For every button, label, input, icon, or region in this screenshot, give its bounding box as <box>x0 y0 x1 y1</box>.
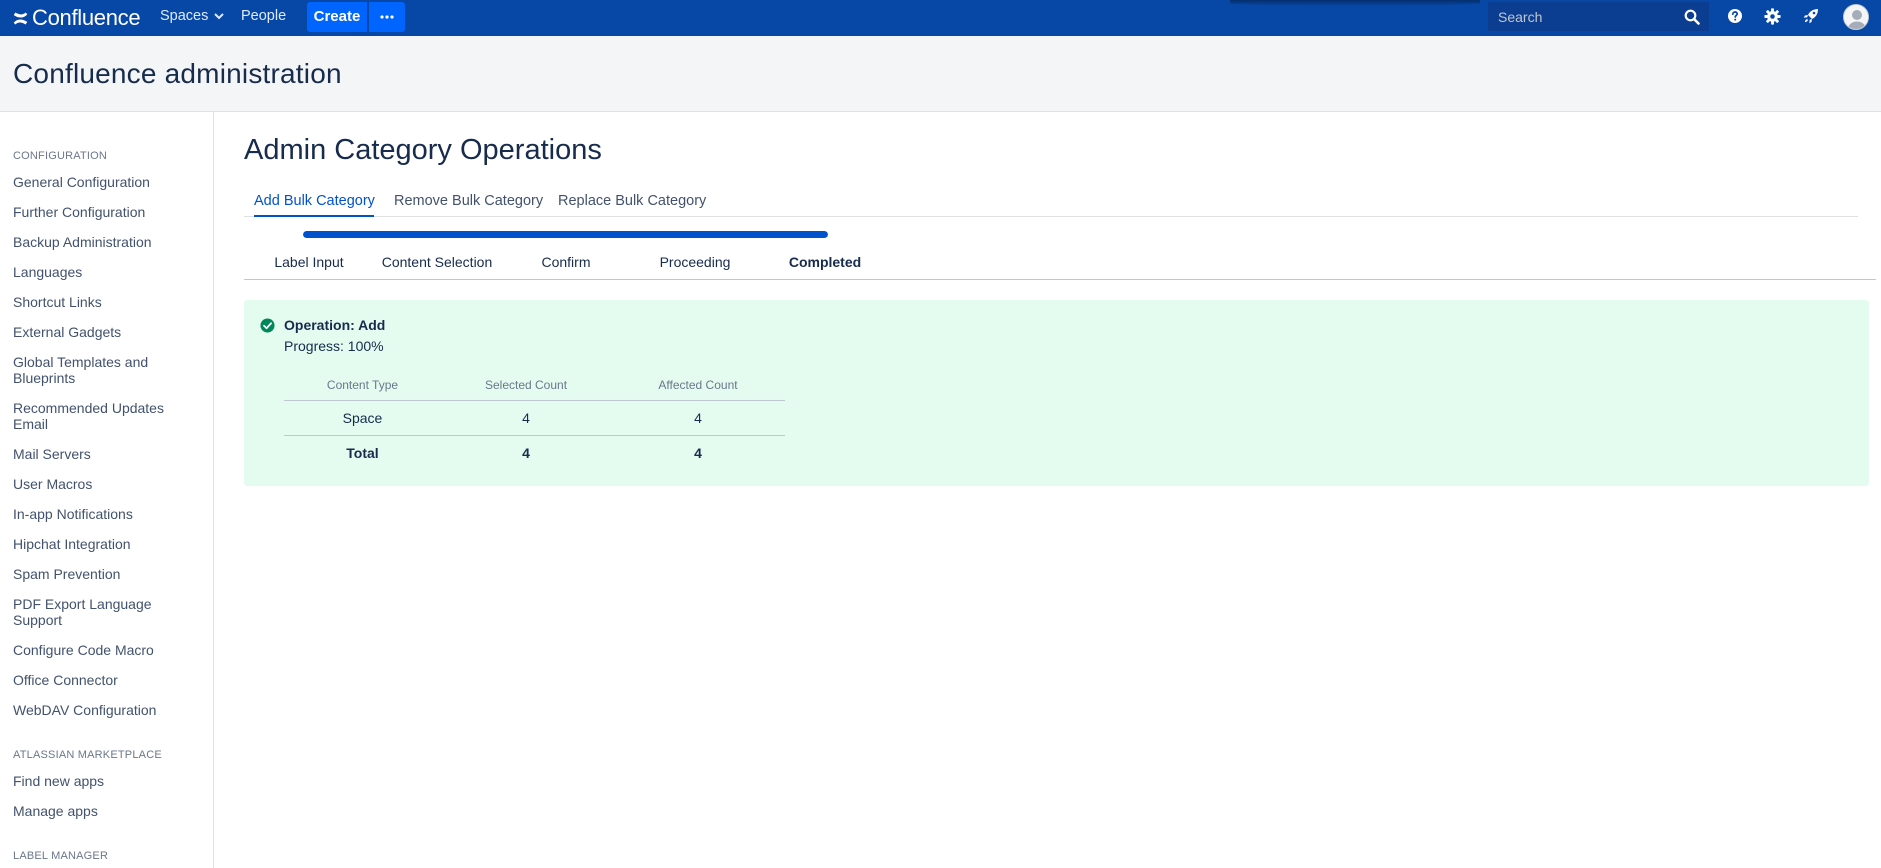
sidebar-item-manage-apps[interactable]: Manage apps <box>13 803 203 819</box>
table-header-row: Content Type Selected Count Affected Cou… <box>284 370 785 401</box>
confluence-logo-icon <box>13 12 28 24</box>
sidebar-item-recommended-updates-email[interactable]: Recommended Updates Email <box>13 400 173 432</box>
wizard-progress-bar <box>303 231 828 238</box>
nav-spaces-label: Spaces <box>160 8 209 24</box>
sidebar-section-configuration: CONFIGURATION <box>13 150 108 162</box>
table-total-row: Total 4 4 <box>284 435 785 470</box>
check-circle-icon <box>260 318 275 333</box>
sidebar-section-atlassian-marketplace: ATLASSIAN MARKETPLACE <box>13 749 162 761</box>
tab-replace-bulk-category[interactable]: Replace Bulk Category <box>558 193 706 209</box>
step-content-selection: Content Selection <box>381 254 493 270</box>
admin-sidebar: CONFIGURATION General Configuration Furt… <box>0 112 214 868</box>
wizard-progress-fill <box>303 231 828 238</box>
sidebar-item-mail-servers[interactable]: Mail Servers <box>13 446 203 462</box>
column-header-content-type: Content Type <box>284 370 441 401</box>
sidebar-item-further-configuration[interactable]: Further Configuration <box>13 204 203 220</box>
help-icon[interactable] <box>1725 6 1745 26</box>
sidebar-item-hipchat-integration[interactable]: Hipchat Integration <box>13 536 203 552</box>
gear-icon[interactable] <box>1762 6 1782 26</box>
confluence-logo[interactable]: Confluence <box>12 4 141 32</box>
operation-progress: Progress: 100% <box>284 338 384 354</box>
total-selected-count: 4 <box>522 444 530 461</box>
step-confirm: Confirm <box>541 254 591 270</box>
sidebar-item-find-new-apps[interactable]: Find new apps <box>13 773 203 789</box>
logo-text: Confluence <box>32 5 141 30</box>
page-title: Admin Category Operations <box>244 134 602 166</box>
tab-add-bulk-category[interactable]: Add Bulk Category <box>254 193 375 209</box>
sidebar-item-global-templates[interactable]: Global Templates and Blueprints <box>13 354 163 386</box>
more-icon <box>380 15 394 19</box>
result-table: Content Type Selected Count Affected Cou… <box>284 370 785 470</box>
cell-affected-count: 4 <box>611 400 785 436</box>
sidebar-item-user-macros[interactable]: User Macros <box>13 476 203 492</box>
sidebar-item-languages[interactable]: Languages <box>13 264 203 280</box>
steps-divider <box>244 279 1876 280</box>
search-icon[interactable] <box>1684 9 1700 25</box>
cell-selected-count: 4 <box>441 400 611 436</box>
search-box <box>1488 2 1709 31</box>
step-completed: Completed <box>788 254 862 270</box>
result-panel: Operation: Add Progress: 100% Content Ty… <box>244 300 1869 486</box>
sidebar-item-office-connector[interactable]: Office Connector <box>13 672 203 688</box>
step-proceeding: Proceeding <box>659 254 731 270</box>
total-label: Total <box>346 444 379 461</box>
nav-people[interactable]: People <box>241 0 286 32</box>
rocket-icon[interactable] <box>1801 6 1821 26</box>
search-input[interactable] <box>1488 2 1678 31</box>
admin-title: Confluence administration <box>13 58 342 89</box>
tabs-divider <box>244 216 1858 217</box>
sidebar-item-shortcut-links[interactable]: Shortcut Links <box>13 294 203 310</box>
sidebar-item-pdf-export-language-support[interactable]: PDF Export Language Support <box>13 596 163 628</box>
chevron-down-icon <box>214 13 225 20</box>
sidebar-item-external-gadgets[interactable]: External Gadgets <box>13 324 203 340</box>
topbar-shadow <box>1230 0 1480 6</box>
total-affected-count: 4 <box>694 444 702 461</box>
sidebar-section-label-manager: LABEL MANAGER <box>13 850 109 862</box>
column-header-selected-count: Selected Count <box>441 370 611 401</box>
create-button[interactable]: Create <box>307 2 367 32</box>
sidebar-item-spam-prevention[interactable]: Spam Prevention <box>13 566 203 582</box>
sidebar-item-in-app-notifications[interactable]: In-app Notifications <box>13 506 203 522</box>
operation-title: Operation: Add <box>284 317 386 333</box>
tab-remove-bulk-category[interactable]: Remove Bulk Category <box>394 193 543 209</box>
sidebar-item-general-configuration[interactable]: General Configuration <box>13 174 203 190</box>
sidebar-item-configure-code-macro[interactable]: Configure Code Macro <box>13 642 203 658</box>
admin-header: Confluence administration <box>0 36 1881 112</box>
top-navigation-bar: Confluence Spaces People Create <box>0 0 1881 36</box>
table-row: Space 4 4 <box>284 400 785 436</box>
active-tab-indicator <box>254 215 374 217</box>
cell-content-type: Space <box>284 400 441 436</box>
sidebar-item-backup-administration[interactable]: Backup Administration <box>13 234 203 250</box>
step-label-input: Label Input <box>274 254 344 270</box>
sidebar-item-webdav-configuration[interactable]: WebDAV Configuration <box>13 702 203 718</box>
avatar[interactable] <box>1843 4 1869 30</box>
more-button[interactable] <box>369 2 405 32</box>
column-header-affected-count: Affected Count <box>611 370 785 401</box>
nav-spaces[interactable]: Spaces <box>160 0 225 32</box>
